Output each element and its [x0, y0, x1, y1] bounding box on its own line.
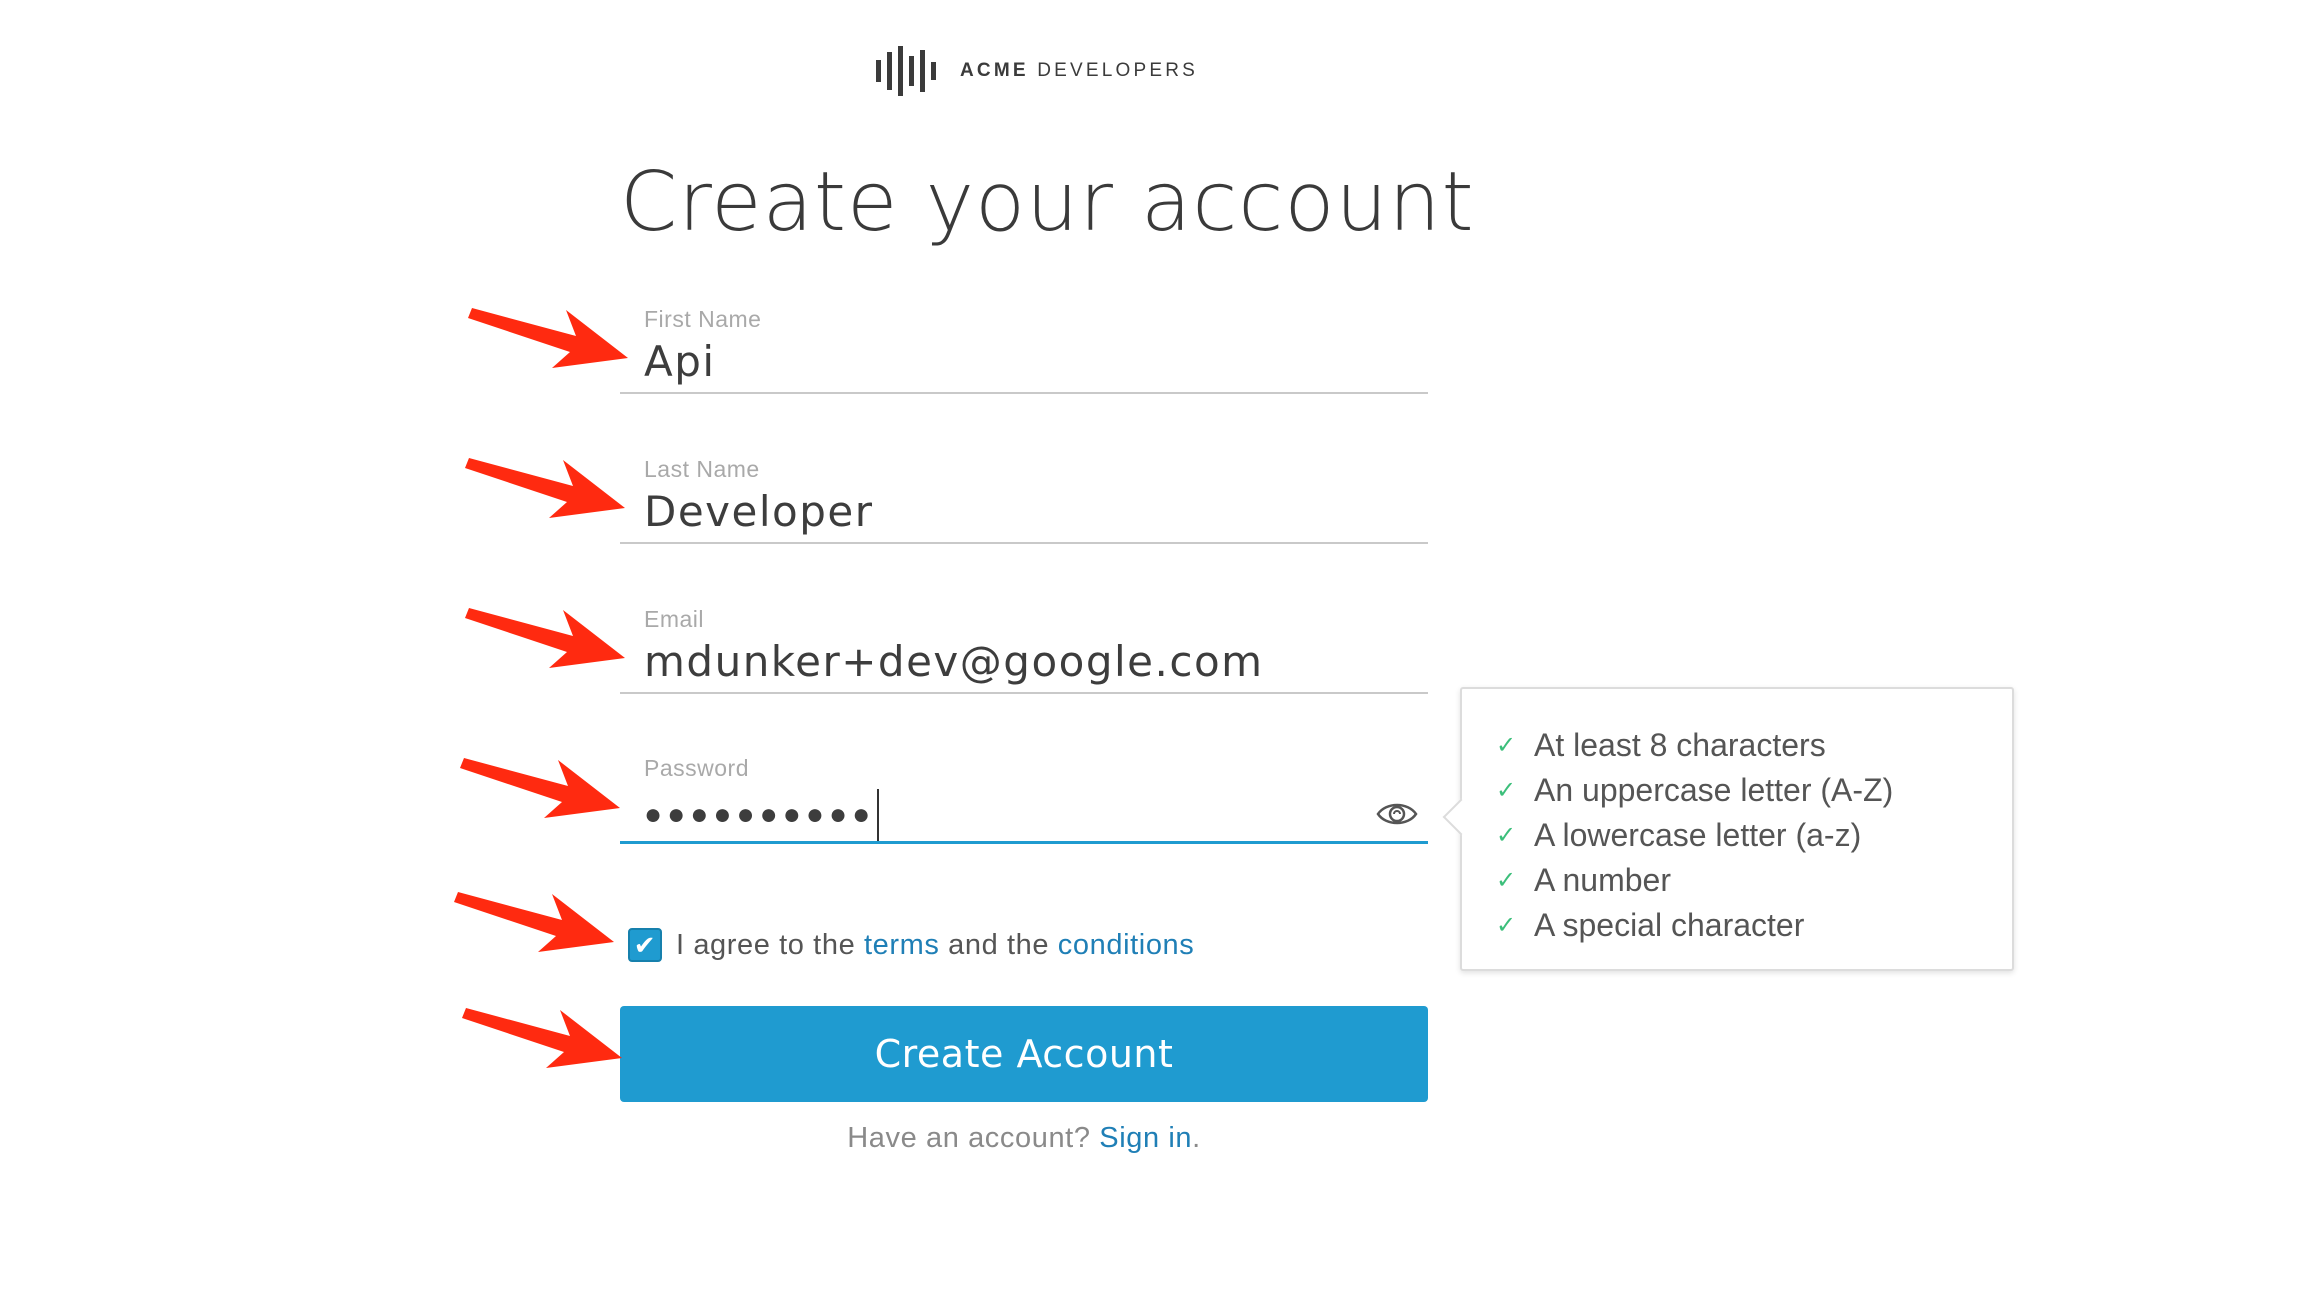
- agree-prefix: I agree to the: [676, 928, 856, 961]
- check-icon: ✓: [1496, 867, 1517, 894]
- check-icon: ✓: [1496, 912, 1517, 939]
- first-name-field: First Name: [620, 300, 1428, 394]
- checkmark-icon: ✔: [633, 929, 657, 960]
- annotation-arrow-icon: [465, 458, 625, 518]
- password-rule: ✓ A special character: [1496, 903, 1893, 948]
- brand-name-bold: ACME: [960, 60, 1029, 81]
- password-field[interactable]: Password ●●●●●●●●●●: [620, 749, 1428, 844]
- annotation-arrow-icon: [462, 1008, 622, 1068]
- password-rule: ✓ At least 8 characters: [1496, 723, 1893, 768]
- rule-text: A lowercase letter (a-z): [1534, 817, 1862, 853]
- email-label: Email: [644, 606, 705, 632]
- eye-icon[interactable]: [1376, 799, 1418, 829]
- last-name-label: Last Name: [644, 456, 760, 482]
- password-rule: ✓ A number: [1496, 858, 1893, 903]
- signin-prompt: Have an account?: [847, 1122, 1091, 1154]
- agree-row: ✔ I agree to the terms and the condition…: [628, 925, 1194, 965]
- sound-bars-logo-icon: [876, 46, 936, 96]
- check-icon: ✓: [1496, 732, 1517, 759]
- brand-name: ACME DEVELOPERS: [960, 60, 1198, 82]
- text-caret: [877, 789, 880, 841]
- password-rule: ✓ An uppercase letter (A-Z): [1496, 768, 1893, 813]
- agree-middle: and the: [948, 928, 1050, 961]
- last-name-field: Last Name: [620, 450, 1428, 544]
- signin-row: Have an account? Sign in.: [620, 1122, 1428, 1155]
- first-name-input[interactable]: [644, 336, 1364, 386]
- terms-link[interactable]: terms: [864, 929, 940, 962]
- password-rule: ✓ A lowercase letter (a-z): [1496, 813, 1893, 858]
- rule-text: A number: [1534, 862, 1671, 898]
- annotation-arrow-icon: [468, 308, 628, 368]
- agree-checkbox[interactable]: ✔: [628, 928, 662, 962]
- password-requirements-tooltip: ✓ At least 8 characters ✓ An uppercase let…: [1442, 687, 2014, 971]
- password-rules-list: ✓ At least 8 characters ✓ An uppercase let…: [1496, 723, 1893, 948]
- conditions-link[interactable]: conditions: [1058, 929, 1195, 962]
- brand-name-rest: DEVELOPERS: [1037, 60, 1199, 81]
- password-masked-value: ●●●●●●●●●●: [644, 798, 876, 831]
- rule-text: A special character: [1534, 907, 1805, 943]
- annotation-arrow-icon: [454, 892, 614, 952]
- create-account-button[interactable]: Create Account: [620, 1006, 1428, 1102]
- password-input[interactable]: ●●●●●●●●●●: [644, 789, 880, 841]
- acme-logo: ACME DEVELOPERS: [876, 46, 1198, 96]
- annotation-arrow-icon: [460, 758, 620, 818]
- password-label: Password: [644, 755, 749, 781]
- rule-text: An uppercase letter (A-Z): [1534, 772, 1894, 808]
- email-field: Email: [620, 600, 1428, 694]
- first-name-label: First Name: [644, 306, 762, 332]
- signin-suffix: .: [1192, 1122, 1201, 1154]
- check-icon: ✓: [1496, 777, 1517, 804]
- check-icon: ✓: [1496, 822, 1517, 849]
- page-title: Create your account: [620, 155, 1475, 250]
- sign-in-link[interactable]: Sign in: [1099, 1122, 1192, 1154]
- tooltip-pointer: [1442, 798, 1480, 836]
- last-name-input[interactable]: [644, 486, 1364, 536]
- rule-text: At least 8 characters: [1534, 727, 1826, 763]
- annotation-arrow-icon: [465, 608, 625, 668]
- email-input[interactable]: [644, 636, 1364, 686]
